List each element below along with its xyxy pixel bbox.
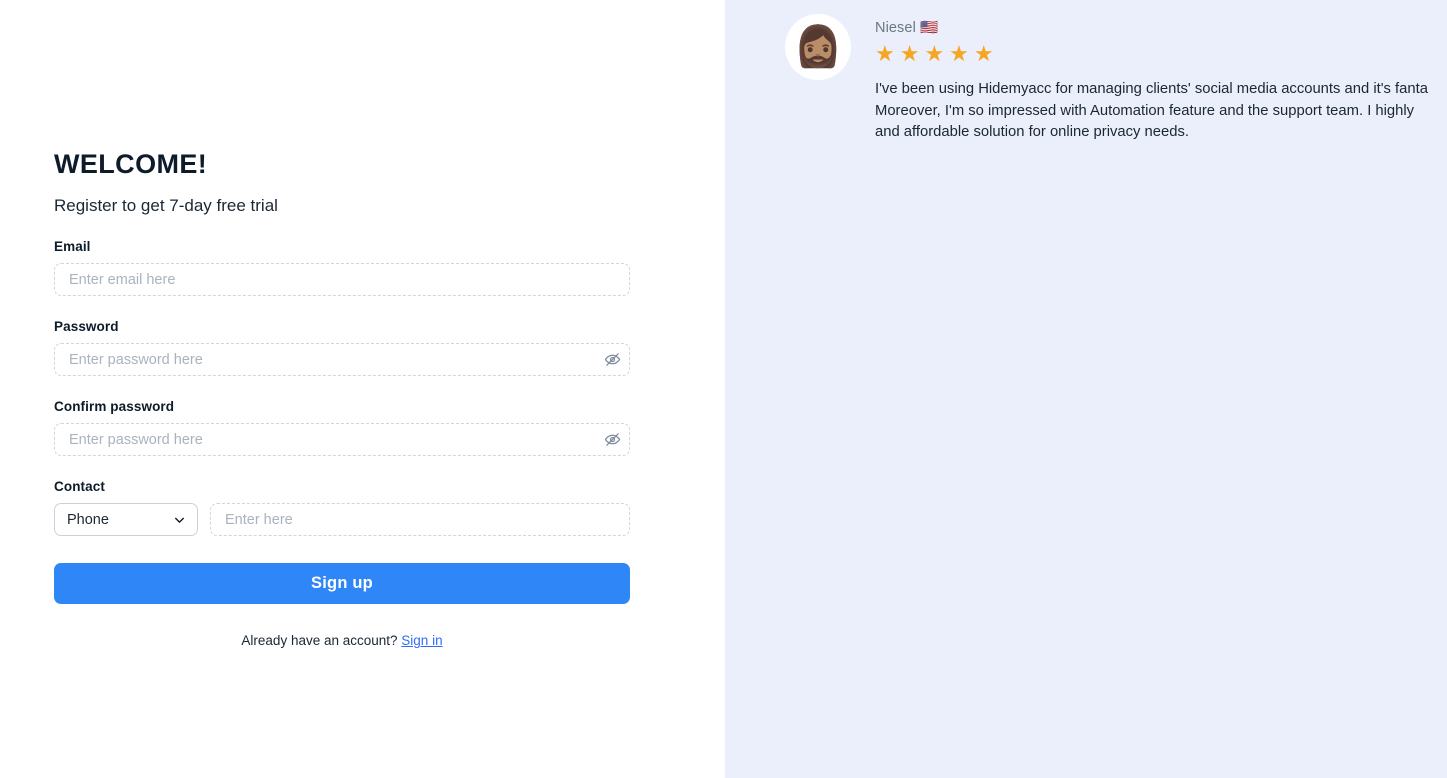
contact-method-select[interactable]: Phone [54, 503, 198, 537]
page-title: WELCOME! [54, 149, 208, 179]
signup-screen: WELCOME! Register to get 7-day free tria… [0, 0, 1447, 778]
confirm-password-field-group: Confirm password [54, 399, 630, 457]
contact-method-value: Phone [67, 511, 109, 528]
sign-in-link[interactable]: Sign in [401, 633, 442, 648]
email-input-wrapper[interactable] [54, 263, 630, 297]
contact-field-group: Contact Phone [54, 479, 630, 537]
confirm-password-input-wrapper[interactable] [54, 423, 630, 457]
password-input[interactable] [55, 351, 595, 368]
testimonial-author: Niesel 🇺🇸 [875, 20, 939, 36]
registration-pane: WELCOME! Register to get 7-day free tria… [0, 0, 725, 778]
rating-stars: ★★★★★ [875, 41, 999, 66]
password-input-wrapper[interactable] [54, 343, 630, 377]
testimonial-body: Niesel 🇺🇸 ★★★★★ I've been using Hidemyac… [875, 14, 1447, 144]
signin-hint: Already have an account? Sign in [54, 633, 630, 648]
page-subtitle: Register to get 7-day free trial [54, 196, 278, 216]
eye-off-icon[interactable] [595, 424, 629, 455]
testimonial-card: 🧔🏽‍♀️ Niesel 🇺🇸 ★★★★★ I've been using Hi… [785, 14, 1447, 144]
contact-value-input[interactable] [211, 511, 629, 528]
confirm-password-input[interactable] [55, 431, 595, 448]
contact-row: Phone [54, 503, 630, 537]
email-input[interactable] [55, 271, 629, 288]
password-field-group: Password [54, 319, 630, 377]
password-label: Password [54, 319, 119, 335]
registration-form: WELCOME! Register to get 7-day free tria… [54, 148, 630, 648]
eye-off-icon[interactable] [595, 344, 629, 375]
contact-value-input-wrapper[interactable] [210, 503, 630, 537]
contact-label: Contact [54, 479, 105, 495]
user-avatar-emoji: 🧔🏽‍♀️ [785, 14, 851, 80]
testimonial-text: I've been using Hidemyacc for managing c… [875, 81, 1428, 140]
promo-pane: 🧔🏽‍♀️ Niesel 🇺🇸 ★★★★★ I've been using Hi… [725, 0, 1447, 778]
signin-hint-text: Already have an account? [241, 633, 398, 649]
chevron-down-icon [173, 513, 186, 526]
confirm-password-label: Confirm password [54, 399, 175, 415]
email-label: Email [54, 239, 91, 255]
email-field-group: Email [54, 239, 630, 297]
sign-up-button[interactable]: Sign up [54, 563, 630, 605]
